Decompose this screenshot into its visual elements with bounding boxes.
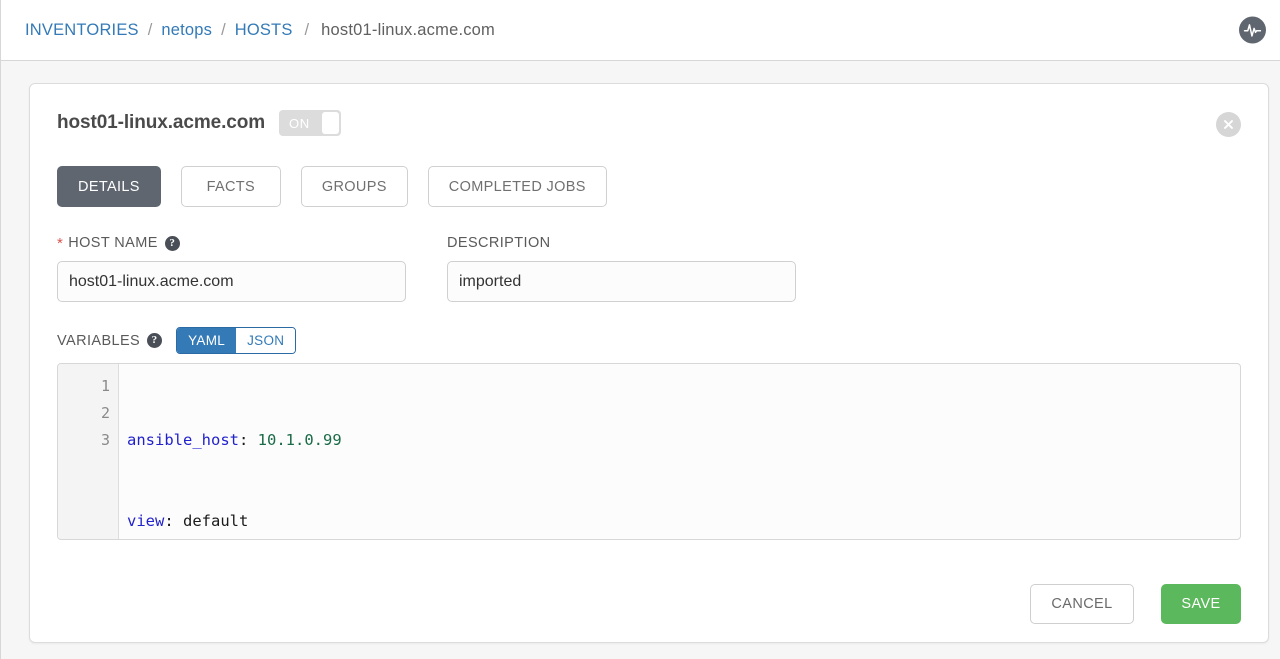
description-label: DESCRIPTION <box>447 234 796 252</box>
toggle-knob <box>322 112 340 134</box>
breadcrumb-item-netops[interactable]: netops <box>161 21 212 40</box>
variables-label-text: VARIABLES <box>57 332 141 349</box>
format-json-button[interactable]: JSON <box>236 328 296 353</box>
code-line: ansible_host: 10.1.0.99 <box>127 427 1240 454</box>
variables-header: VARIABLES ? YAML JSON <box>57 327 1241 354</box>
breadcrumb: INVENTORIES / netops / HOSTS / host01-li… <box>25 21 495 40</box>
tab-facts[interactable]: FACTS <box>180 166 281 207</box>
tab-bar: DETAILS FACTS GROUPS COMPLETED JOBS <box>57 166 1241 207</box>
breadcrumb-separator: / <box>304 20 310 39</box>
variables-code-editor[interactable]: 1 2 3 ansible_host: 10.1.0.99 view: defa… <box>57 363 1241 540</box>
description-input[interactable] <box>447 261 796 302</box>
card-content: host01-linux.acme.com ON DETAILS FACTS G… <box>57 108 1241 624</box>
toggle-label: ON <box>289 115 310 131</box>
tab-completed-jobs[interactable]: COMPLETED JOBS <box>427 166 607 207</box>
question-mark-icon[interactable]: ? <box>164 235 180 251</box>
host-name-input[interactable] <box>57 261 406 302</box>
host-detail-card: host01-linux.acme.com ON DETAILS FACTS G… <box>29 83 1269 643</box>
yaml-value: 10.1.0.99 <box>257 431 342 449</box>
yaml-key: ansible_host <box>127 431 239 449</box>
breadcrumb-separator: / <box>221 20 226 39</box>
tab-details[interactable]: DETAILS <box>57 166 161 207</box>
breadcrumb-item-current-host: host01-linux.acme.com <box>321 20 495 39</box>
tab-groups[interactable]: GROUPS <box>300 166 408 207</box>
yaml-colon: : <box>238 431 249 449</box>
save-button[interactable]: SAVE <box>1161 584 1241 624</box>
activity-pulse-icon[interactable] <box>1239 16 1266 44</box>
format-yaml-button[interactable]: YAML <box>177 328 237 353</box>
variables-label: VARIABLES ? <box>57 332 163 349</box>
yaml-colon: : <box>164 512 174 530</box>
editor-text-area[interactable]: ansible_host: 10.1.0.99 view: default <box>119 364 1240 539</box>
question-mark-icon[interactable]: ? <box>147 333 163 348</box>
breadcrumb-bar: INVENTORIES / netops / HOSTS / host01-li… <box>1 0 1280 61</box>
card-title-row: host01-linux.acme.com ON <box>57 108 1241 138</box>
code-line: view: default <box>127 508 1240 535</box>
yaml-key: view <box>127 512 165 530</box>
card-footer: CANCEL SAVE <box>1030 584 1241 624</box>
line-number: 3 <box>100 431 110 449</box>
host-name-field-group: * HOST NAME ? <box>57 234 406 302</box>
host-name-label-text: HOST NAME <box>68 235 158 251</box>
host-enabled-toggle[interactable]: ON <box>279 110 342 136</box>
editor-line-number-gutter: 1 2 3 <box>58 364 119 539</box>
description-field-group: DESCRIPTION <box>447 234 796 302</box>
yaml-value: default <box>183 512 249 530</box>
required-marker: * <box>57 234 64 252</box>
cancel-button[interactable]: CANCEL <box>1030 584 1134 624</box>
breadcrumb-item-inventories[interactable]: INVENTORIES <box>25 21 139 40</box>
line-number: 2 <box>100 404 110 422</box>
breadcrumb-separator: / <box>147 20 153 39</box>
line-number: 1 <box>100 377 110 395</box>
inventory-host-detail-page: INVENTORIES / netops / HOSTS / host01-li… <box>0 0 1280 659</box>
host-form: * HOST NAME ? DESCRIPTION <box>57 234 1241 302</box>
page-title: host01-linux.acme.com <box>57 112 266 133</box>
breadcrumb-item-hosts[interactable]: HOSTS <box>235 21 293 40</box>
variables-format-toggle: YAML JSON <box>176 327 297 354</box>
description-label-text: DESCRIPTION <box>447 235 551 251</box>
close-icon[interactable] <box>1216 112 1241 137</box>
host-name-label: * HOST NAME ? <box>57 234 406 252</box>
